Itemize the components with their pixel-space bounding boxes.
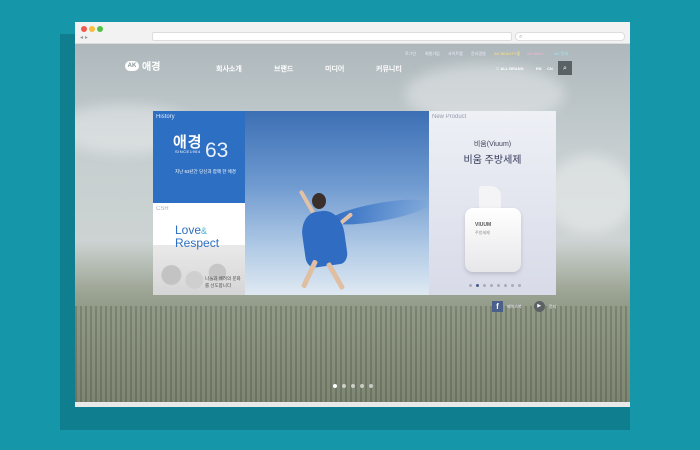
browser-search-bar[interactable]: ⌕: [515, 32, 625, 41]
blue-scarf: [329, 194, 429, 230]
bottle-brand: VIUUM: [475, 222, 492, 228]
product-pager-dot[interactable]: [504, 284, 507, 287]
history-since: SINCE1954: [175, 149, 201, 154]
nav-menu-company[interactable]: 회사소개: [216, 64, 242, 74]
csr-ampersand: &: [201, 226, 208, 236]
hero-pager-dot[interactable]: [342, 384, 346, 388]
all-brand-button[interactable]: ⁙ ALL BRAND: [496, 66, 524, 71]
bottle-sub: 주방세제: [475, 230, 490, 235]
util-link-ethics[interactable]: 윤리경영: [471, 51, 486, 57]
nav-menu-media[interactable]: 미디어: [325, 64, 344, 74]
csr-description: 나눔과 배려의 문화를 선도합니다: [205, 276, 241, 288]
history-tag: History: [156, 114, 175, 120]
hero-pager-dot[interactable]: [333, 384, 337, 388]
product-pager-dot[interactable]: [490, 284, 493, 287]
nav-menu-brand[interactable]: 브랜드: [274, 64, 293, 74]
girl-head: [312, 193, 326, 209]
footer-strip: [75, 402, 630, 407]
search-icon: ⌕: [563, 64, 567, 72]
hero-pager-dot[interactable]: [369, 384, 373, 388]
util-link-login[interactable]: 로그인: [405, 51, 416, 57]
browser-window: ◂ ▸ ⌕ AK 애경 로그인 회원가입 사이트맵 윤리경영 AK BEAUTY…: [75, 22, 630, 407]
csr-love: Love: [175, 223, 202, 237]
social-bar: f 페이스북 ▶ 정지: [492, 301, 556, 312]
history-card[interactable]: History 애경 SINCE1954 63 지난 63년간 당신과 함께 한…: [153, 111, 245, 203]
history-description: 지난 63년간 당신과 함께 한 애경: [175, 169, 236, 174]
website-viewport: AK 애경 로그인 회원가입 사이트맵 윤리경영 AK BEAUTY몰 AK M…: [75, 44, 630, 402]
util-link-join[interactable]: 회원가입: [425, 51, 440, 57]
product-title: 비움 주방세제: [463, 155, 522, 166]
csr-heading-line2: Respect: [175, 236, 220, 250]
csr-card[interactable]: CSR Love& Respect 나눔과 배려의 문화를 선도합니다: [153, 203, 245, 295]
product-pager-dot[interactable]: [469, 284, 472, 287]
browser-titlebar: ◂ ▸ ⌕: [75, 22, 630, 44]
nav-menu-community[interactable]: 커뮤니티: [376, 64, 402, 74]
util-link-sitemap[interactable]: 사이트맵: [448, 51, 463, 57]
play-label[interactable]: 정지: [549, 304, 556, 310]
play-pause-icon[interactable]: ▶: [533, 301, 545, 312]
product-name: 비움(Viuum): [473, 141, 512, 148]
maximize-window-button[interactable]: [97, 26, 103, 32]
history-years: 63: [205, 139, 229, 162]
facebook-icon[interactable]: f: [492, 301, 503, 312]
lang-en-link[interactable]: EN: [536, 66, 542, 71]
minimize-window-button[interactable]: [89, 26, 95, 32]
product-tag: New Product: [432, 114, 467, 120]
back-forward-icon[interactable]: ◂ ▸: [80, 34, 88, 41]
facebook-label[interactable]: 페이스북: [507, 304, 522, 310]
lang-cn-link[interactable]: CN: [547, 66, 553, 71]
product-pager: [469, 284, 521, 287]
search-icon: ⌕: [519, 33, 523, 40]
all-brand-label: ALL BRAND: [500, 66, 524, 71]
hero-pager-dot[interactable]: [360, 384, 364, 388]
product-bottle: VIUUM 주방세제: [465, 208, 521, 272]
util-link-ak-beauty[interactable]: AK BEAUTY몰: [494, 51, 520, 57]
product-pager-dot[interactable]: [483, 284, 486, 287]
logo-badge: AK: [125, 60, 139, 71]
girl-leg: [325, 261, 346, 291]
bottle-pump: [479, 186, 501, 208]
hero-pager-dot[interactable]: [351, 384, 355, 388]
csr-tag: CSR: [156, 206, 169, 212]
new-product-card[interactable]: New Product 비움(Viuum) 비움 주방세제 VIUUM 주방세제: [429, 111, 556, 295]
csr-heading-line1: Love&: [175, 223, 207, 237]
product-pager-dot[interactable]: [518, 284, 521, 287]
hero-photo-running-girl: [245, 111, 429, 295]
site-search-button[interactable]: ⌕: [558, 61, 572, 75]
product-pager-dot[interactable]: [497, 284, 500, 287]
product-pager-dot[interactable]: [511, 284, 514, 287]
address-bar[interactable]: [152, 32, 512, 41]
logo-text: 애경: [142, 62, 161, 73]
util-link-ak-mall[interactable]: AK MALL: [527, 51, 544, 56]
hero-pager: [333, 384, 373, 388]
site-logo[interactable]: AK 애경: [125, 58, 160, 73]
sky-cloud: [545, 154, 630, 234]
product-pager-dot[interactable]: [476, 284, 479, 287]
util-link-ak-dutyfree[interactable]: AK 면세: [554, 51, 568, 57]
close-window-button[interactable]: [81, 26, 87, 32]
